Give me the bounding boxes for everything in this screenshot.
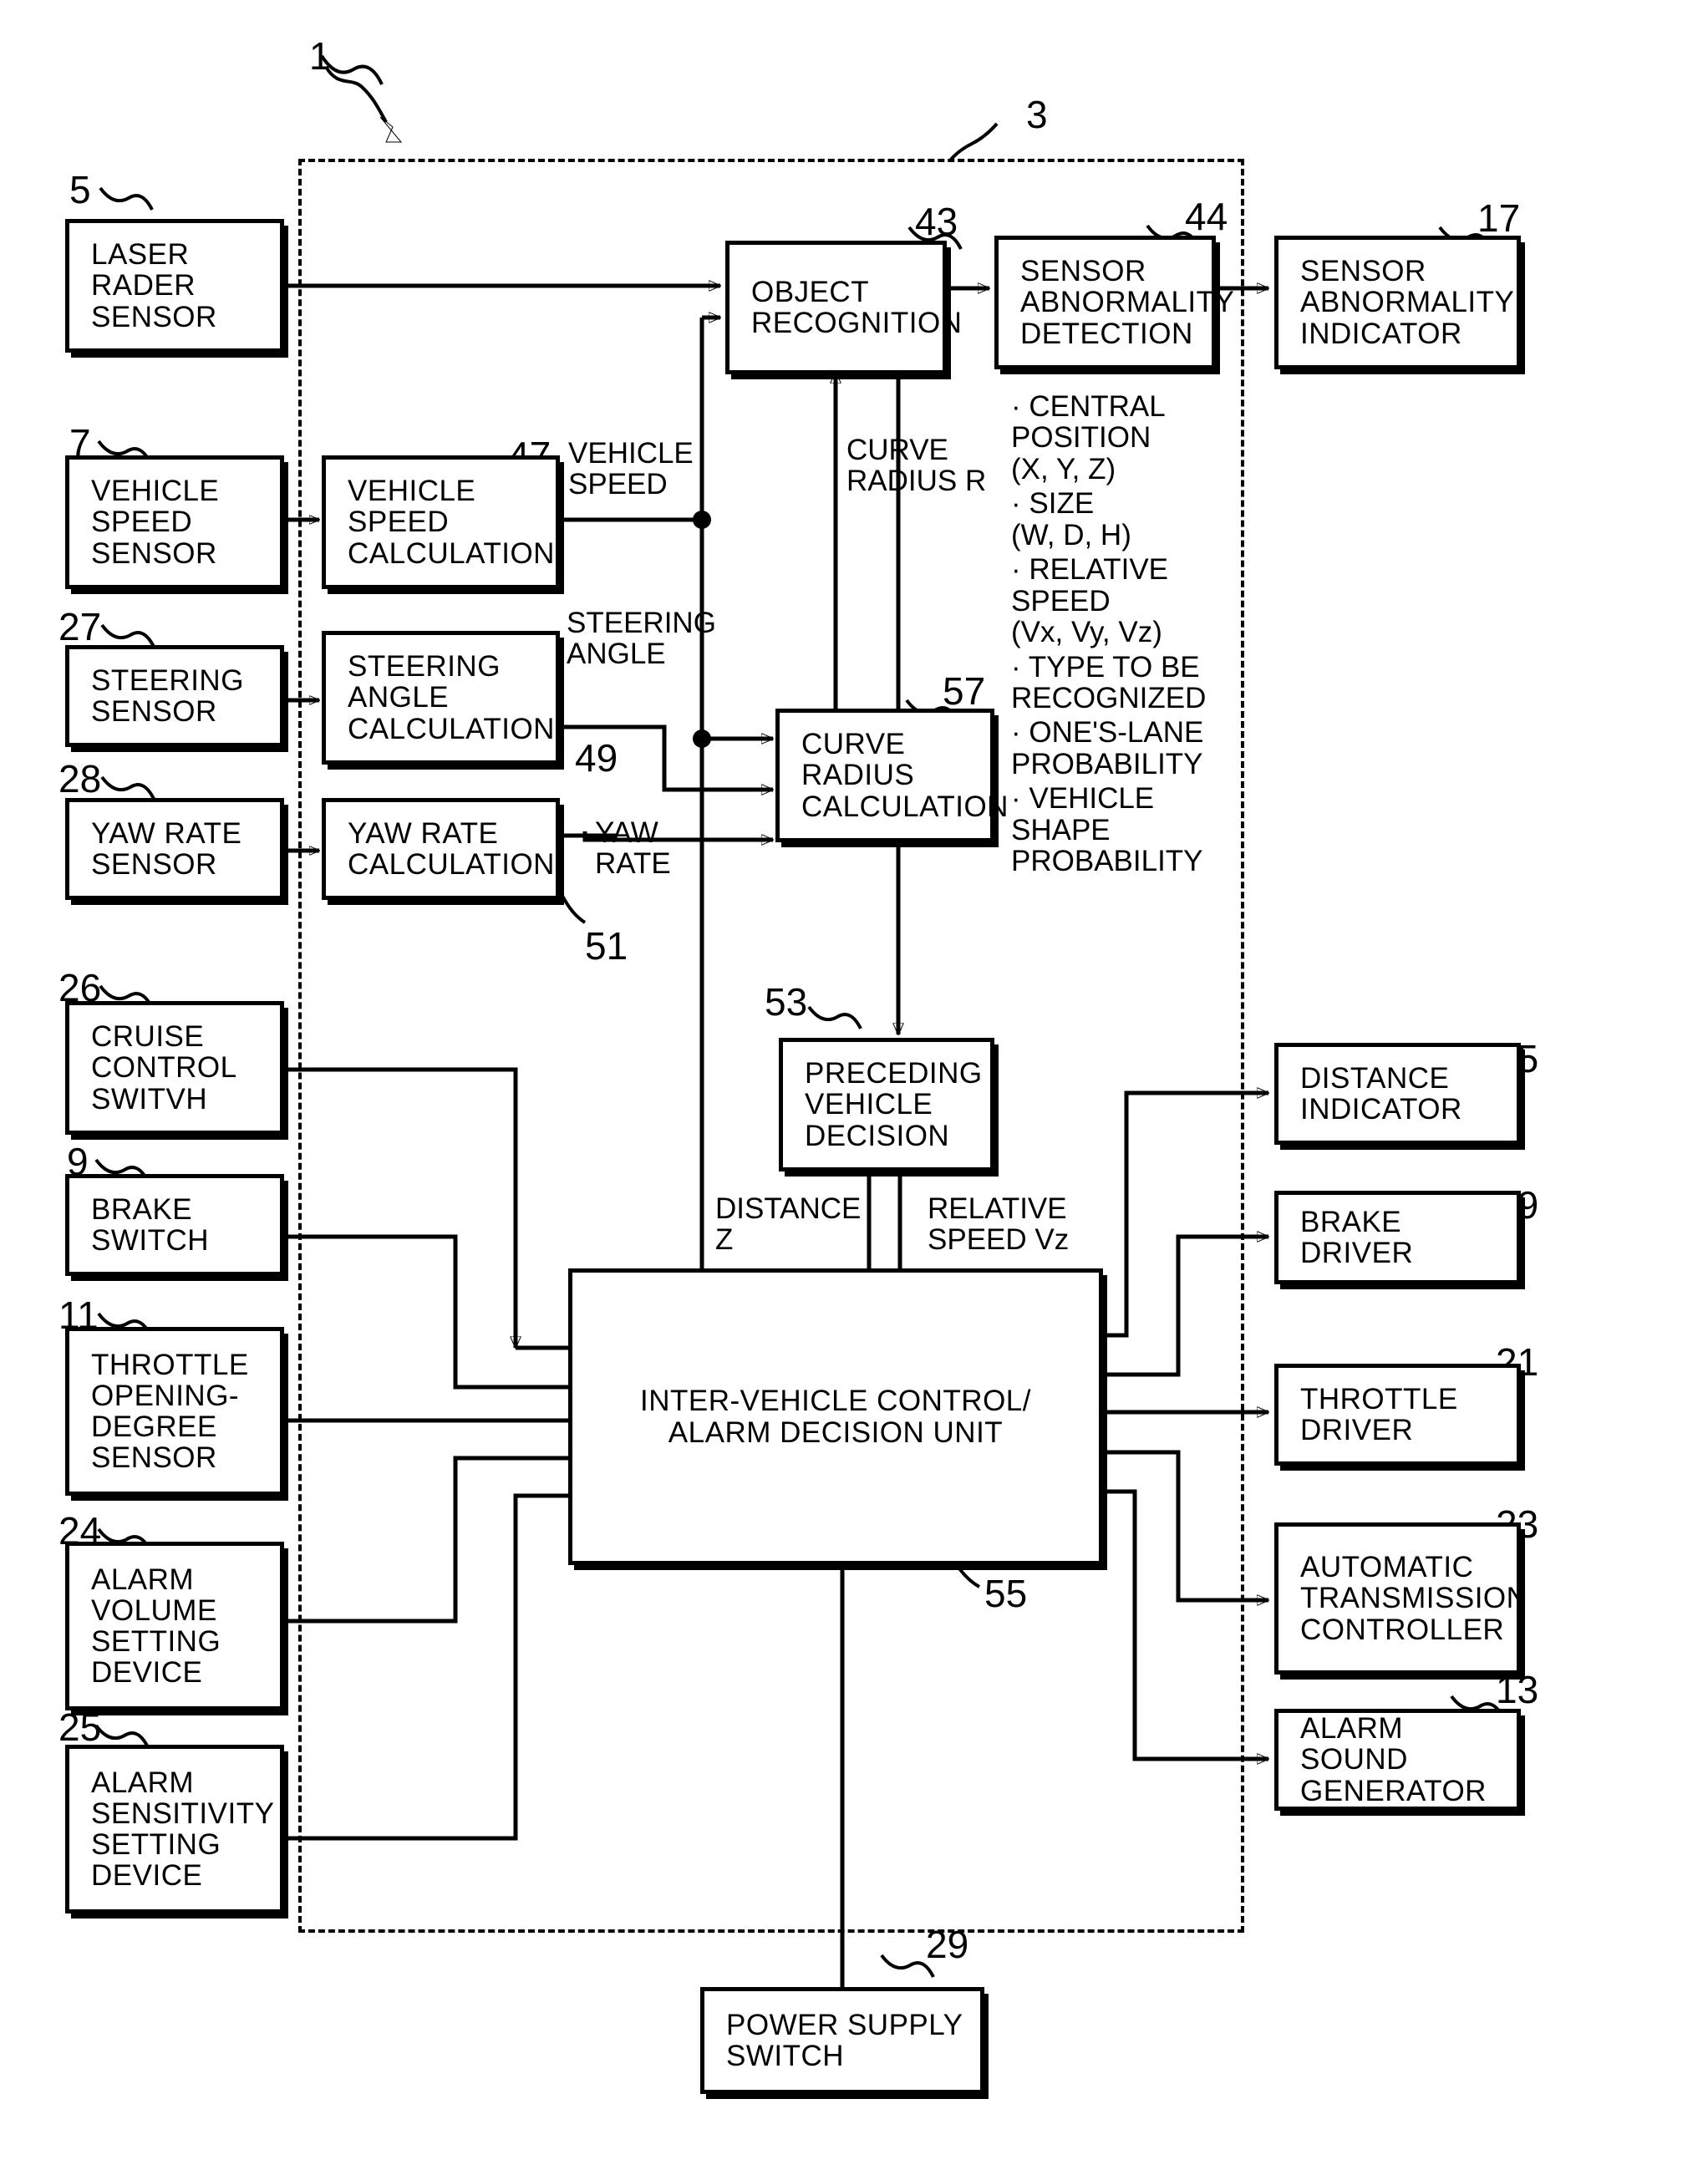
list-item: · CENTRAL POSITION (X, Y, Z) [1011,390,1166,485]
ref-numeral-system: 1 [309,34,331,78]
block-label: YAW RATE SENSOR [91,816,242,881]
block-throttle-opening-degree-sensor[interactable]: THROTTLE OPENING- DEGREE SENSOR [65,1327,284,1496]
signal-label-curve-radius: CURVE RADIUS R [846,434,987,498]
block-label: THROTTLE OPENING- DEGREE SENSOR [91,1348,249,1475]
block-label: SENSOR ABNORMALITY DETECTION [1020,255,1235,350]
block-label: DISTANCE INDICATOR [1300,1061,1462,1126]
block-cruise-control-switch[interactable]: CRUISE CONTROL SWITVH [65,1001,284,1135]
ref-numeral-steering-sensor: 27 [58,605,102,648]
list-item: · TYPE TO BE RECOGNIZED [1011,650,1207,714]
block-yaw-rate-calculation[interactable]: YAW RATE CALCULATION [322,798,560,900]
block-alarm-volume-setting-device[interactable]: ALARM VOLUME SETTING DEVICE [65,1542,284,1710]
block-label: PRECEDING VEHICLE DECISION [805,1057,983,1152]
block-automatic-transmission-controller[interactable]: AUTOMATIC TRANSMISSION CONTROLLER [1274,1522,1528,1675]
block-brake-switch[interactable]: BRAKE SWITCH [65,1174,284,1276]
block-label: BRAKE DRIVER [1300,1205,1414,1269]
block-label: THROTTLE DRIVER [1300,1382,1458,1446]
block-inter-vehicle-control-alarm-decision-unit[interactable]: INTER-VEHICLE CONTROL/ ALARM DECISION UN… [568,1268,1103,1565]
block-vehicle-speed-calculation[interactable]: VEHICLE SPEED CALCULATION [322,455,560,589]
signal-label-vehicle-speed: VEHICLE SPEED [568,437,694,501]
list-item: · SIZE (W, D, H) [1011,487,1131,551]
block-curve-radius-calculation[interactable]: CURVE RADIUS CALCULATION [775,709,1008,842]
block-object-recognition[interactable]: OBJECT RECOGNITION [725,241,962,374]
block-label: ALARM SOUND GENERATOR [1300,1712,1487,1807]
block-power-supply-switch[interactable]: POWER SUPPLY SWITCH [700,1987,984,2094]
recognition-output-list: · CENTRAL POSITION (X, Y, Z) · SIZE (W, … [1011,391,1237,877]
ref-numeral-laser-radar-sensor: 5 [69,168,91,211]
list-item: · VEHICLE SHAPE PROBABILITY [1011,782,1203,878]
block-label: OBJECT RECOGNITION [751,275,963,339]
block-label: INTER-VEHICLE CONTROL/ ALARM DECISION UN… [640,1385,1031,1449]
patent-figure: 1 3 5 7 27 28 26 9 11 24 25 43 44 17 47 … [0,0,1708,2160]
list-item: · ONE'S-LANE PROBABILITY [1011,716,1204,780]
block-vehicle-speed-sensor[interactable]: VEHICLE SPEED SENSOR [65,455,284,589]
ref-numeral-sensor-abnormality-indicator: 17 [1477,196,1521,240]
block-label: ALARM VOLUME SETTING DEVICE [91,1563,221,1690]
block-label: VEHICLE SPEED CALCULATION [348,475,555,570]
block-label: STEERING SENSOR [91,663,244,728]
block-sensor-abnormality-indicator[interactable]: SENSOR ABNORMALITY INDICATOR [1274,236,1521,369]
block-alarm-sound-generator[interactable]: ALARM SOUND GENERATOR [1274,1709,1521,1811]
block-label: VEHICLE SPEED SENSOR [91,475,220,570]
ref-numeral-power-supply-switch: 29 [926,1923,969,1966]
block-label: LASER RADER SENSOR [91,238,217,333]
ref-numeral-curve-radius-calculation: 57 [943,669,986,713]
ref-numeral-yaw-rate-sensor: 28 [58,757,102,800]
block-alarm-sensitivity-setting-device[interactable]: ALARM SENSITIVITY SETTING DEVICE [65,1745,284,1914]
block-steering-sensor[interactable]: STEERING SENSOR [65,645,284,747]
block-label: BRAKE SWITCH [91,1192,210,1257]
block-label: AUTOMATIC TRANSMISSION CONTROLLER [1300,1551,1528,1646]
ref-numeral-control-unit: 55 [984,1572,1028,1615]
ref-numeral-steering-angle-calculation: 49 [575,736,618,780]
block-distance-indicator[interactable]: DISTANCE INDICATOR [1274,1043,1521,1145]
block-laser-radar-sensor[interactable]: LASER RADER SENSOR [65,219,284,353]
block-steering-angle-calculation[interactable]: STEERING ANGLE CALCULATION [322,631,560,765]
block-sensor-abnormality-detection[interactable]: SENSOR ABNORMALITY DETECTION [994,236,1234,369]
block-brake-driver[interactable]: BRAKE DRIVER [1274,1191,1521,1284]
ref-numeral-alarm-sensitivity-setting: 25 [58,1705,102,1749]
list-item: · RELATIVE SPEED (Vx, Vy, Vz) [1011,553,1169,649]
ref-numeral-object-recognition: 43 [915,200,958,243]
block-throttle-driver[interactable]: THROTTLE DRIVER [1274,1364,1521,1466]
signal-label-yaw-rate: YAW RATE [595,816,671,881]
block-label: CURVE RADIUS CALCULATION [801,728,1009,823]
block-label: CRUISE CONTROL SWITVH [91,1020,237,1116]
block-label: STEERING ANGLE CALCULATION [348,650,555,745]
signal-label-relative-speed-vz: RELATIVE SPEED Vz [928,1192,1070,1257]
block-label: SENSOR ABNORMALITY INDICATOR [1300,255,1515,350]
block-preceding-vehicle-decision[interactable]: PRECEDING VEHICLE DECISION [779,1038,994,1171]
block-label: POWER SUPPLY SWITCH [726,2008,963,2072]
ref-numeral-sensor-abnormality-detection: 44 [1185,195,1228,238]
ref-numeral-controller: 3 [1026,93,1048,136]
signal-label-steering-angle: STEERING ANGLE [567,607,716,671]
ref-numeral-preceding-vehicle-decision: 53 [765,980,808,1024]
ref-numeral-yaw-rate-calculation: 51 [585,924,628,968]
block-label: YAW RATE CALCULATION [348,816,555,881]
signal-label-distance-z: DISTANCE Z [715,1192,862,1257]
block-yaw-rate-sensor[interactable]: YAW RATE SENSOR [65,798,284,900]
block-label: ALARM SENSITIVITY SETTING DEVICE [91,1766,275,1893]
